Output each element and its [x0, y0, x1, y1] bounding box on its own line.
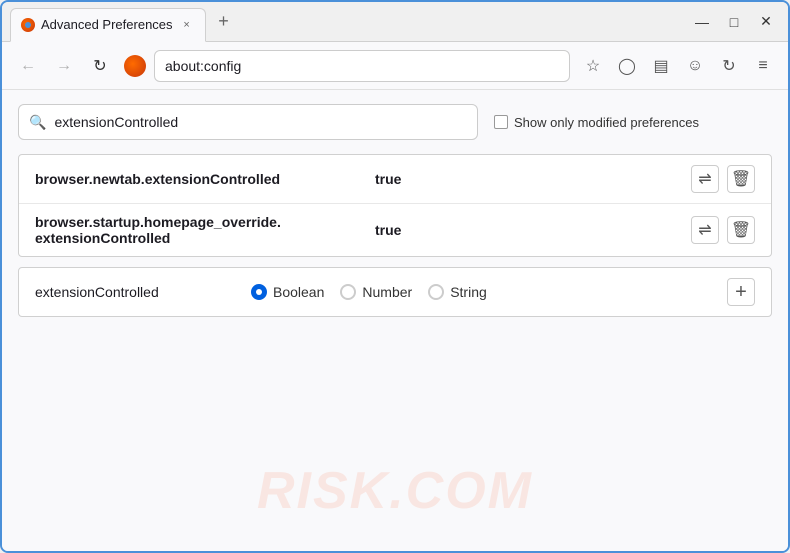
toggle-button-2[interactable]: ⇌: [691, 216, 719, 244]
tab-close-button[interactable]: ×: [179, 17, 195, 33]
page-content: RISK.COM 🔍 Show only modified preference…: [2, 90, 788, 551]
new-tab-button[interactable]: +: [210, 8, 238, 36]
radio-number-circle[interactable]: [340, 284, 356, 300]
show-modified-option: Show only modified preferences: [494, 115, 699, 130]
radio-string[interactable]: String: [428, 284, 487, 300]
pref-value-2: true: [375, 222, 691, 238]
pref-value-1: true: [375, 171, 691, 187]
radio-string-circle[interactable]: [428, 284, 444, 300]
menu-button[interactable]: ≡: [748, 51, 778, 81]
radio-boolean[interactable]: Boolean: [251, 284, 324, 300]
window-controls: — □ ✕: [688, 8, 780, 36]
radio-boolean-label: Boolean: [273, 284, 324, 300]
pref-actions-2: ⇌ 🗑: [691, 216, 755, 244]
maximize-button[interactable]: □: [720, 8, 748, 36]
new-preference-row: extensionControlled Boolean Number Strin…: [18, 267, 772, 317]
search-input[interactable]: [54, 114, 467, 130]
radio-number-label: Number: [362, 284, 412, 300]
toggle-button-1[interactable]: ⇌: [691, 165, 719, 193]
show-modified-label: Show only modified preferences: [514, 115, 699, 130]
add-preference-button[interactable]: +: [727, 278, 755, 306]
pref-name-2-line2: extensionControlled: [35, 230, 170, 246]
radio-boolean-circle[interactable]: [251, 284, 267, 300]
close-button[interactable]: ✕: [752, 8, 780, 36]
search-box[interactable]: 🔍: [18, 104, 478, 140]
url-text: about:config: [165, 58, 241, 74]
tab-title: Advanced Preferences: [41, 17, 173, 32]
title-bar: Advanced Preferences × + — □ ✕: [2, 2, 788, 42]
profile-icon[interactable]: ☺: [680, 51, 710, 81]
show-modified-checkbox[interactable]: [494, 115, 508, 129]
preferences-table: browser.newtab.extensionControlled true …: [18, 154, 772, 257]
pocket-icon[interactable]: ◯: [612, 51, 642, 81]
firefox-logo: [124, 55, 146, 77]
pref-name-2: browser.startup.homepage_override. exten…: [35, 214, 375, 246]
new-pref-name: extensionControlled: [35, 284, 235, 300]
delete-button-1[interactable]: 🗑: [727, 165, 755, 193]
browser-tab[interactable]: Advanced Preferences ×: [10, 8, 206, 42]
bookmark-icon[interactable]: ☆: [578, 51, 608, 81]
minimize-button[interactable]: —: [688, 8, 716, 36]
back-button[interactable]: ←: [12, 50, 44, 82]
pref-name-1: browser.newtab.extensionControlled: [35, 171, 375, 187]
sync-icon[interactable]: ↻: [714, 51, 744, 81]
browser-window: Advanced Preferences × + — □ ✕ ← → ↻ abo…: [0, 0, 790, 553]
pref-name-2-line1: browser.startup.homepage_override.: [35, 214, 281, 230]
nav-toolbar-icons: ☆ ◯ ▤ ☺ ↻ ≡: [578, 51, 778, 81]
forward-button[interactable]: →: [48, 50, 80, 82]
tab-favicon: [21, 18, 35, 32]
radio-number[interactable]: Number: [340, 284, 412, 300]
pref-actions-1: ⇌ 🗑: [691, 165, 755, 193]
table-row: browser.newtab.extensionControlled true …: [19, 155, 771, 204]
reload-button[interactable]: ↻: [84, 50, 116, 82]
url-bar[interactable]: about:config: [154, 50, 570, 82]
navigation-bar: ← → ↻ about:config ☆ ◯ ▤ ☺ ↻ ≡: [2, 42, 788, 90]
radio-string-label: String: [450, 284, 487, 300]
search-icon: 🔍: [29, 114, 46, 131]
delete-button-2[interactable]: 🗑: [727, 216, 755, 244]
screenshot-icon[interactable]: ▤: [646, 51, 676, 81]
watermark: RISK.COM: [257, 461, 533, 521]
type-radio-group: Boolean Number String: [251, 284, 711, 300]
search-row: 🔍 Show only modified preferences: [18, 104, 772, 140]
table-row: browser.startup.homepage_override. exten…: [19, 204, 771, 256]
